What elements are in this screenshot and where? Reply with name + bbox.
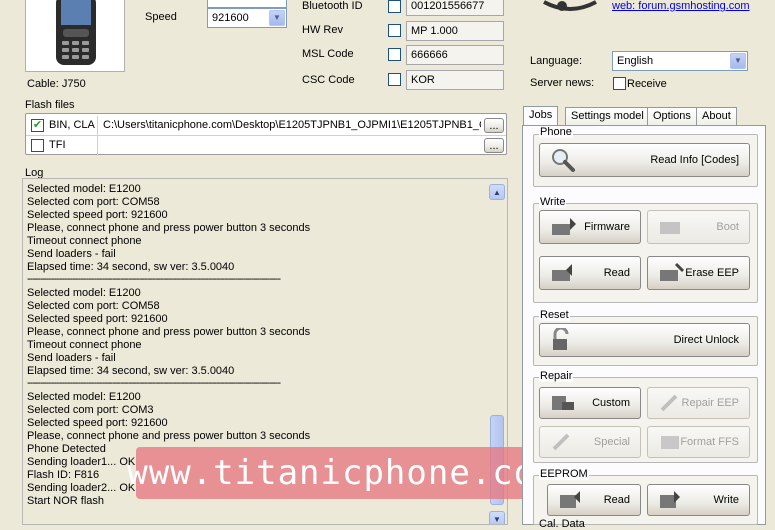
- bluetooth-field[interactable]: 001201556677: [406, 0, 504, 16]
- language-value: English: [617, 55, 654, 67]
- csc-label: CSC Code: [302, 74, 355, 86]
- flash-files-title: Flash files: [25, 99, 75, 111]
- speed-select-above[interactable]: [207, 0, 287, 8]
- tab-options[interactable]: Options: [647, 107, 697, 125]
- write-title: Write: [539, 196, 567, 208]
- bin-checkbox[interactable]: ✔: [31, 119, 44, 132]
- cable-label: Cable: J750: [27, 78, 86, 90]
- headset-logo-icon: [543, 0, 597, 11]
- tfi-name: TFI: [49, 139, 66, 151]
- log-line: Send loaders - fail: [27, 248, 116, 260]
- log-line: Selected com port: COM3: [27, 404, 154, 416]
- boot-button[interactable]: Boot: [647, 210, 750, 244]
- eeprom-write-icon: [660, 491, 680, 508]
- log-line: Selected speed port: 921600: [27, 209, 168, 221]
- log-line: Elapsed time: 34 second, sw ver: 3.5.004…: [27, 365, 235, 377]
- chip-icon: [660, 222, 680, 234]
- log-line: Timeout connect phone: [27, 339, 142, 351]
- eeprom-read-button[interactable]: Read: [547, 484, 641, 516]
- hwrev-field[interactable]: MP 1.000: [406, 21, 504, 41]
- watermark-text: www.titanicphone.com: [127, 453, 557, 493]
- phone-image: [56, 0, 96, 65]
- cal-data-title: Cal. Data: [539, 518, 585, 530]
- bluetooth-label: Bluetooth ID: [302, 0, 363, 12]
- speed-select[interactable]: 921600 ▼: [207, 8, 287, 28]
- log-line: Please, connect phone and press power bu…: [27, 430, 311, 442]
- bluetooth-checkbox[interactable]: [388, 0, 401, 13]
- magnifier-icon: [552, 149, 575, 172]
- firmware-button[interactable]: Firmware: [539, 210, 641, 244]
- log-line: Selected com port: COM58: [27, 196, 160, 208]
- reset-title: Reset: [539, 309, 570, 321]
- speed-value: 921600: [212, 12, 249, 24]
- log-line: Selected model: E1200: [27, 391, 141, 403]
- format-chip-icon: [661, 436, 679, 449]
- server-news-label: Server news:: [530, 77, 595, 89]
- language-label: Language:: [530, 55, 582, 67]
- chip-write-icon: [552, 218, 576, 235]
- repair-eep-button[interactable]: Repair EEP: [647, 387, 750, 419]
- chevron-down-icon[interactable]: ▼: [269, 10, 285, 26]
- chip-erase-icon: [660, 262, 684, 281]
- repair-title: Repair: [539, 370, 574, 382]
- hwrev-checkbox[interactable]: [388, 24, 401, 37]
- flash-row-bin[interactable]: ✔ BIN, CLA C:\Users\titanicphone.com\Des…: [27, 116, 505, 156]
- tfi-browse-button[interactable]: ...: [484, 138, 504, 153]
- msl-field[interactable]: 666666: [406, 45, 504, 65]
- log-line: Selected model: E1200: [27, 183, 141, 195]
- eeprom-read-icon: [560, 491, 580, 508]
- receive-checkbox[interactable]: [613, 77, 626, 90]
- msl-label: MSL Code: [302, 48, 354, 60]
- tab-jobs[interactable]: Jobs: [523, 106, 559, 126]
- log-line: Elapsed time: 34 second, sw ver: 3.5.004…: [27, 261, 235, 273]
- bin-browse-button[interactable]: ...: [484, 118, 504, 133]
- hwrev-label: HW Rev: [302, 24, 343, 36]
- erase-eep-button[interactable]: Erase EEP: [647, 256, 750, 290]
- chevron-down-icon[interactable]: ▼: [730, 53, 746, 69]
- log-line: Timeout connect phone: [27, 235, 142, 247]
- watermark-banner: www.titanicphone.com: [127, 447, 556, 499]
- scroll-down-button[interactable]: ▼: [489, 511, 505, 524]
- flash-files-group: ✔ BIN, CLA C:\Users\titanicphone.com\Des…: [25, 113, 507, 156]
- csc-field[interactable]: KOR: [406, 70, 504, 90]
- read-info-button[interactable]: Read Info [Codes]: [539, 143, 750, 177]
- wrench-icon: [660, 394, 678, 412]
- chip-read-icon: [552, 264, 572, 281]
- special-button[interactable]: Special: [539, 426, 641, 458]
- flash-row-tfi[interactable]: TFI ...: [27, 136, 505, 154]
- log-line: Please, connect phone and press power bu…: [27, 222, 311, 234]
- msl-checkbox[interactable]: [388, 48, 401, 61]
- tab-settings-model[interactable]: Settings model: [565, 107, 650, 125]
- forum-link[interactable]: web: forum.gsmhosting.com: [612, 0, 750, 12]
- log-separator: ----------------------------------------…: [27, 274, 281, 285]
- phone-image-frame: [25, 0, 125, 72]
- scroll-up-button[interactable]: ▲: [489, 184, 505, 200]
- receive-label: Receive: [627, 78, 667, 90]
- csc-checkbox[interactable]: [388, 73, 401, 86]
- tab-about[interactable]: About: [696, 107, 737, 125]
- log-line: Selected speed port: 921600: [27, 313, 168, 325]
- unlock-icon: [553, 328, 569, 350]
- eeprom-write-button[interactable]: Write: [647, 484, 750, 516]
- eeprom-title: EEPROM: [539, 468, 589, 480]
- wrench-chip-icon: [552, 396, 574, 410]
- log-line: Selected speed port: 921600: [27, 417, 168, 429]
- log-line: Selected com port: COM58: [27, 300, 160, 312]
- custom-button[interactable]: Custom: [539, 387, 641, 419]
- log-separator: ----------------------------------------…: [27, 378, 281, 389]
- bin-name: BIN, CLA: [49, 119, 95, 131]
- bin-path: C:\Users\titanicphone.com\Desktop\E1205T…: [103, 119, 481, 131]
- language-select[interactable]: English ▼: [612, 51, 748, 71]
- speed-label: Speed: [145, 11, 177, 23]
- phone-title: Phone: [539, 126, 573, 138]
- log-line: Selected model: E1200: [27, 287, 141, 299]
- direct-unlock-button[interactable]: Direct Unlock: [539, 323, 750, 357]
- format-ffs-button[interactable]: Format FFS: [647, 426, 750, 458]
- read-button[interactable]: Read: [539, 256, 641, 290]
- wrench-icon: [552, 433, 570, 451]
- tfi-checkbox[interactable]: [31, 139, 44, 152]
- log-line: Please, connect phone and press power bu…: [27, 326, 311, 338]
- log-line: Send loaders - fail: [27, 352, 116, 364]
